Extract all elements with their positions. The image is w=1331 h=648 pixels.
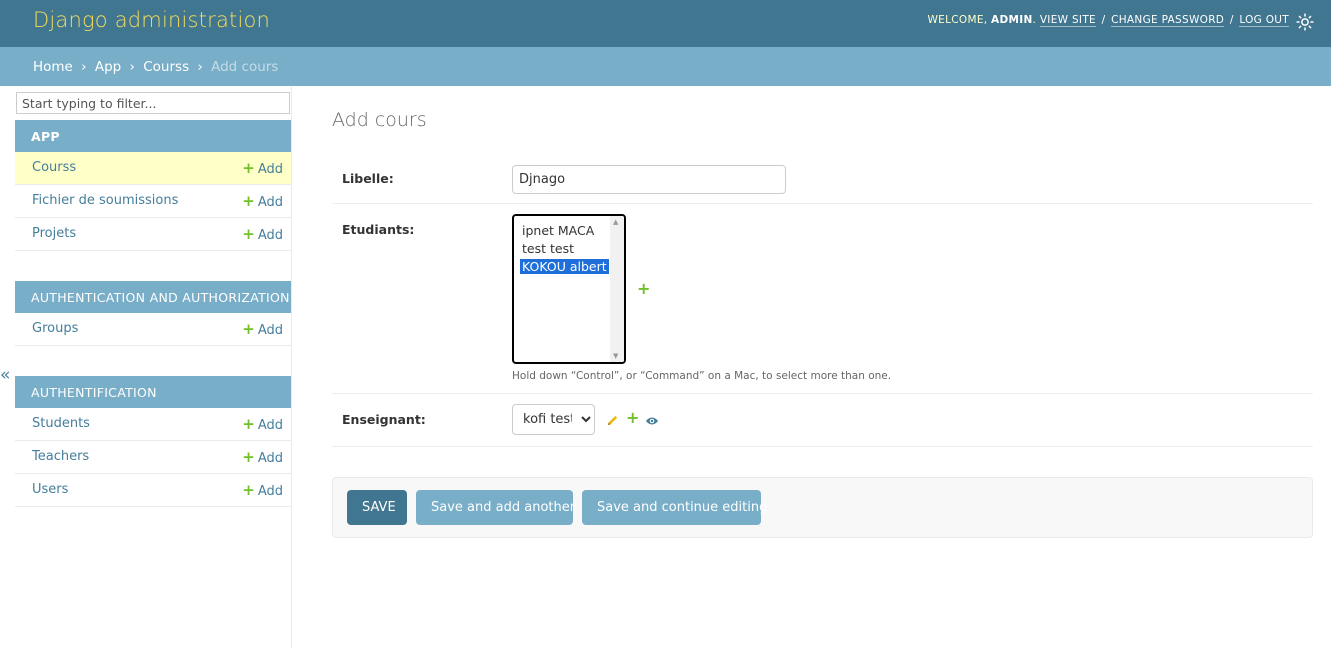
add-label: Add [257, 451, 283, 466]
view-site-link[interactable]: VIEW SITE [1039, 14, 1096, 27]
separator: / [1229, 14, 1234, 26]
form-row-libelle: Libelle: [332, 150, 1313, 204]
toggle-nav-sidebar-icon[interactable]: « [0, 365, 10, 385]
breadcrumb-app[interactable]: App [95, 59, 121, 75]
model-link-students[interactable]: Students [32, 416, 90, 431]
change-password-link[interactable]: CHANGE PASSWORD [1111, 14, 1225, 27]
welcome-text: WELCOME, [927, 14, 988, 26]
model-link-teachers[interactable]: Teachers [32, 449, 89, 464]
libelle-input[interactable] [512, 165, 786, 194]
save-button[interactable]: SAVE [347, 490, 407, 525]
etudiants-help-text: Hold down “Control”, or “Command” on a M… [512, 370, 892, 382]
submit-row: SAVE Save and add another Save and conti… [332, 477, 1313, 538]
add-etudiant-plus-icon[interactable]: + [637, 279, 650, 298]
save-and-continue-button[interactable]: Save and continue editing [582, 490, 767, 525]
username: ADMIN [991, 14, 1033, 26]
etudiants-label: Etudiants: [342, 222, 415, 237]
model-link-fichier-de-soumissions[interactable]: Fichier de soumissions [32, 193, 178, 208]
etudiant-option[interactable]: ipnet MACA [520, 223, 596, 238]
header: Django administration WELCOME, ADMIN. VI… [0, 0, 1331, 47]
pencil-icon[interactable] [606, 414, 619, 427]
model-link-groups[interactable]: Groups [32, 321, 78, 336]
model-link-users[interactable]: Users [32, 482, 68, 497]
plus-icon: + [242, 159, 255, 177]
log-out-link[interactable]: LOG OUT [1239, 14, 1289, 27]
add-enseignant-plus-icon[interactable]: + [626, 408, 639, 427]
etudiant-option-selected[interactable]: KOKOU albert [520, 259, 609, 274]
module-caption-app[interactable]: APP [15, 120, 291, 152]
module-caption-authentification[interactable]: AUTHENTIFICATION [15, 376, 291, 408]
add-label: Add [257, 323, 283, 338]
breadcrumb-model[interactable]: Courss [143, 59, 189, 75]
breadcrumb-separator: › [197, 59, 203, 75]
plus-icon: + [242, 481, 255, 499]
add-label: Add [257, 162, 283, 177]
save-and-add-another-button[interactable]: Save and add another [416, 490, 575, 525]
add-groups-link[interactable]: + Add [242, 320, 283, 338]
add-users-link[interactable]: + Add [242, 481, 283, 499]
enseignant-select[interactable]: kofi test [512, 404, 595, 435]
form-row-enseignant: Enseignant: kofi test + [332, 394, 1313, 447]
add-students-link[interactable]: + Add [242, 415, 283, 433]
scrollbar[interactable]: ▲ ▼ [610, 216, 624, 362]
add-label: Add [257, 195, 283, 210]
breadcrumb-home[interactable]: Home [33, 59, 73, 75]
model-link-courss[interactable]: Courss [32, 160, 76, 175]
sidebar-item-groups[interactable]: Groups + Add [15, 313, 291, 346]
form-row-etudiants: Etudiants: ipnet MACA test test KOKOU al… [332, 204, 1313, 394]
add-fichier-link[interactable]: + Add [242, 192, 283, 210]
eye-icon[interactable] [645, 415, 659, 427]
scroll-down-icon[interactable]: ▼ [613, 352, 618, 360]
sidebar-item-courss[interactable]: Courss + Add [15, 152, 291, 185]
sidebar-item-fichier-de-soumissions[interactable]: Fichier de soumissions + Add [15, 185, 291, 218]
sidebar-item-students[interactable]: Students + Add [15, 408, 291, 441]
plus-icon: + [242, 192, 255, 210]
plus-icon: + [242, 320, 255, 338]
add-label: Add [257, 484, 283, 499]
breadcrumb: Home › App › Courss › Add cours [0, 47, 1331, 86]
plus-icon: + [242, 415, 255, 433]
add-label: Add [257, 418, 283, 433]
sun-icon[interactable] [1296, 13, 1314, 31]
breadcrumb-current: Add cours [211, 59, 279, 75]
module-caption-auth[interactable]: AUTHENTICATION AND AUTHORIZATION [15, 281, 291, 313]
page-title: Add cours [332, 109, 427, 131]
sidebar-item-projets[interactable]: Projets + Add [15, 218, 291, 251]
user-tools: WELCOME, ADMIN. VIEW SITE / CHANGE PASSW… [927, 14, 1289, 27]
etudiants-multiselect[interactable]: ipnet MACA test test KOKOU albert ▲ ▼ [512, 214, 626, 364]
nav-filter-input[interactable] [16, 92, 290, 114]
enseignant-label: Enseignant: [342, 412, 426, 427]
nav-sidebar: APP Courss +Add Fichier de soumissions +… [15, 86, 292, 648]
sidebar-item-teachers[interactable]: Teachers + Add [15, 441, 291, 474]
scroll-up-icon[interactable]: ▲ [613, 218, 618, 226]
add-teachers-link[interactable]: + Add [242, 448, 283, 466]
sidebar-item-users[interactable]: Users + Add [15, 474, 291, 507]
breadcrumb-separator: › [81, 59, 87, 75]
plus-icon: + [242, 448, 255, 466]
add-projets-link[interactable]: + Add [242, 225, 283, 243]
add-courss-link[interactable]: + Add [242, 159, 283, 177]
add-label: Add [257, 228, 283, 243]
model-link-projets[interactable]: Projets [32, 226, 76, 241]
breadcrumb-separator: › [129, 59, 135, 75]
libelle-label: Libelle: [342, 171, 394, 186]
site-branding[interactable]: Django administration [33, 8, 270, 32]
etudiant-option[interactable]: test test [520, 241, 576, 256]
plus-icon: + [242, 225, 255, 243]
separator: / [1101, 14, 1106, 26]
